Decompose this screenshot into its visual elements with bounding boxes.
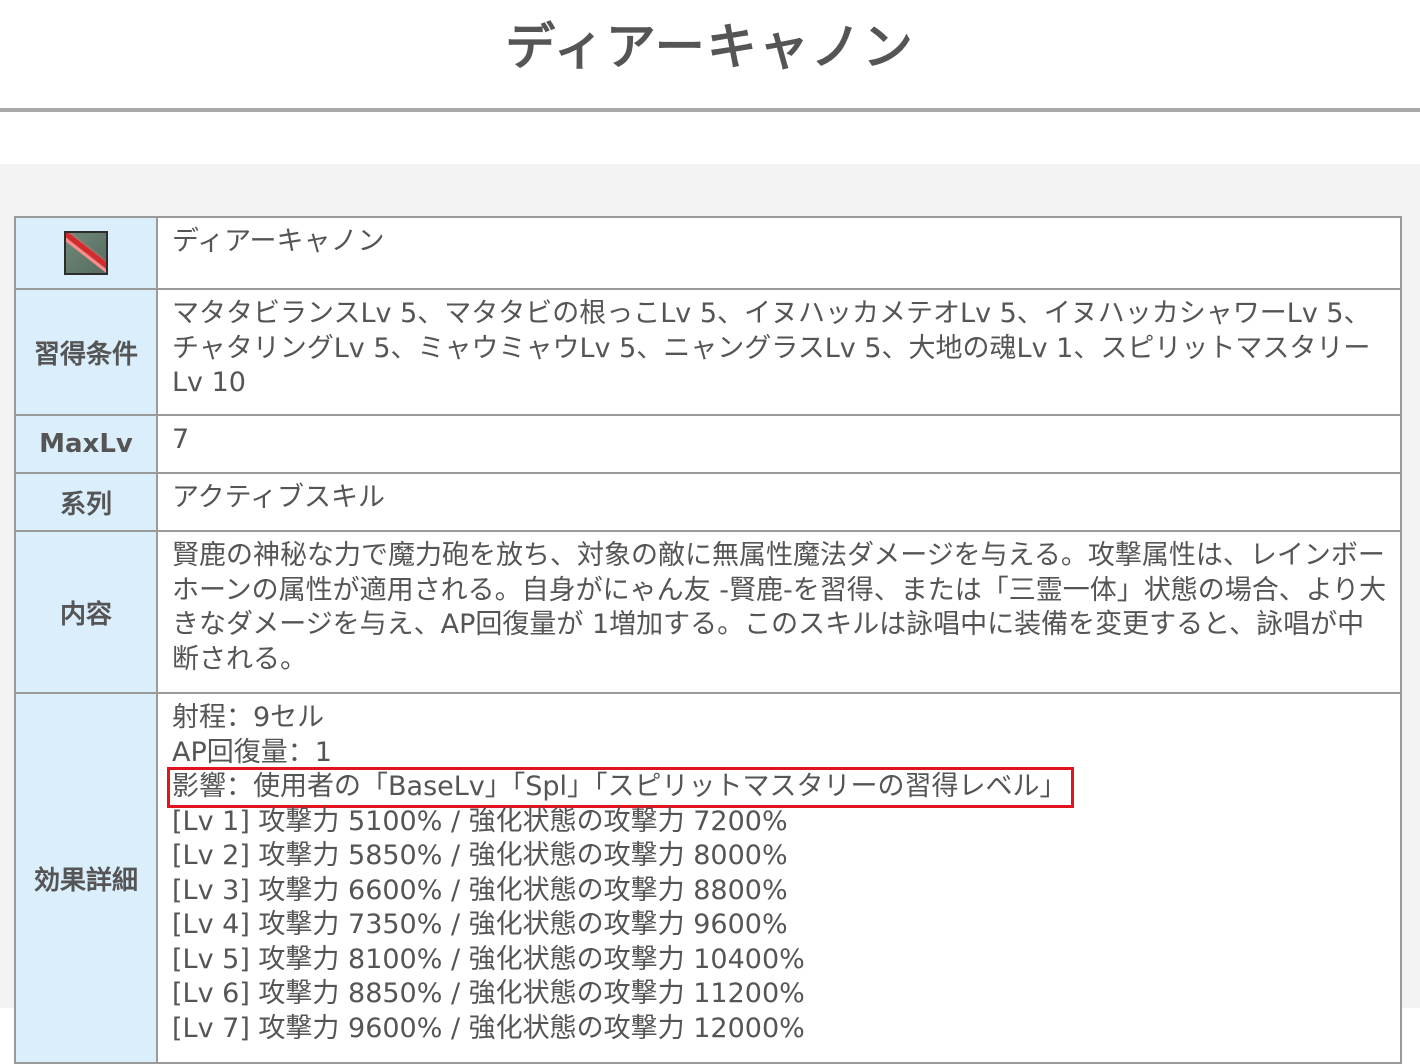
series-value: アクティブスキル: [156, 472, 1402, 532]
table-row: 習得条件 マタタビランスLv 5、マタタビの根っこLv 5、イヌハッカメテオLv…: [14, 288, 1402, 416]
effect-range: 射程：9セル: [172, 702, 325, 733]
table-row: MaxLv 7: [14, 414, 1402, 474]
requirements-value: マタタビランスLv 5、マタタビの根っこLv 5、イヌハッカメテオLv 5、イヌ…: [156, 288, 1402, 416]
maxlv-label: MaxLv: [14, 414, 158, 474]
table-row: 内容 賢鹿の神秘な力で魔力砲を放ち、対象の敵に無属性魔法ダメージを与える。攻撃属…: [14, 530, 1402, 694]
table-row: 系列 アクティブスキル: [14, 472, 1402, 532]
skill-name: ディアーキャノン: [156, 216, 1402, 290]
effect-level-2: [Lv 2] 攻撃力 5850% / 強化状態の攻撃力 8000%: [172, 840, 788, 871]
description-label: 内容: [14, 530, 158, 694]
table-row: ディアーキャノン: [14, 216, 1402, 290]
effect-level-4: [Lv 4] 攻撃力 7350% / 強化状態の攻撃力 9600%: [172, 909, 788, 940]
effect-level-7: [Lv 7] 攻撃力 9600% / 強化状態の攻撃力 12000%: [172, 1012, 805, 1044]
requirements-label: 習得条件: [14, 288, 158, 416]
effect-level-6: [Lv 6] 攻撃力 8850% / 強化状態の攻撃力 11200%: [172, 978, 805, 1009]
skill-icon-cell: [14, 216, 158, 290]
effect-level-1: [Lv 1] 攻撃力 5100% / 強化状態の攻撃力 7200%: [172, 805, 788, 837]
effect-level-5: [Lv 5] 攻撃力 8100% / 強化状態の攻撃力 10400%: [172, 943, 805, 975]
effect-influence-highlighted: 影響：使用者の「BaseLv」「Spl」「スピリットマスタリーの習得レベル」: [167, 767, 1074, 808]
effect-influence-row: 影響：使用者の「BaseLv」「Spl」「スピリットマスタリーの習得レベル」: [167, 767, 1388, 808]
deer-cannon-skill-icon: [64, 231, 108, 275]
effect-level-3: [Lv 3] 攻撃力 6600% / 強化状態の攻撃力 8800%: [172, 874, 788, 906]
series-label: 系列: [14, 472, 158, 532]
effect-ap-recovery: AP回復量：1: [172, 736, 332, 768]
page-title: ディアーキャノン: [505, 18, 915, 76]
page-header: ディアーキャノン: [0, 0, 1420, 108]
maxlv-value: 7: [156, 414, 1402, 474]
description-value: 賢鹿の神秘な力で魔力砲を放ち、対象の敵に無属性魔法ダメージを与える。攻撃属性は、…: [156, 530, 1402, 694]
skill-info-table: ディアーキャノン 習得条件 マタタビランスLv 5、マタタビの根っこLv 5、イ…: [14, 216, 1402, 1064]
header-divider: [0, 108, 1420, 112]
